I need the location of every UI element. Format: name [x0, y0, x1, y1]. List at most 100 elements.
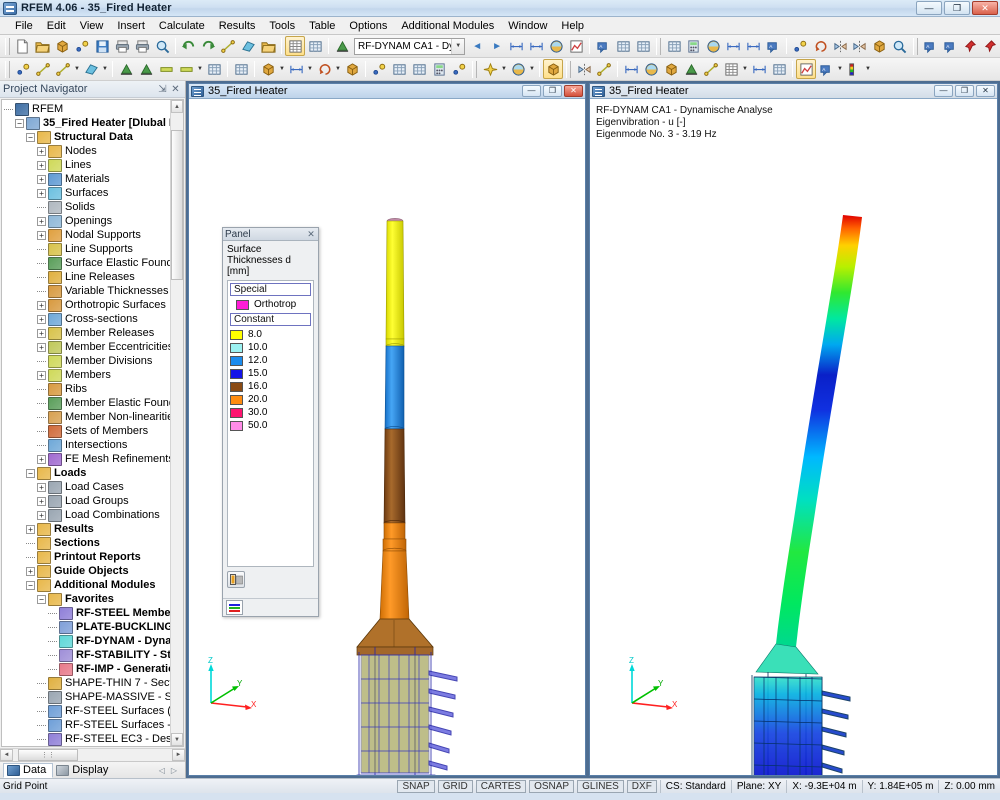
tree-item-lines[interactable]: + Lines [2, 158, 183, 172]
expand-icon[interactable]: + [37, 174, 46, 184]
menu-item-insert[interactable]: Insert [110, 18, 152, 34]
scroll-left-arrow[interactable]: ◄ [0, 749, 13, 761]
tree-item-intersections[interactable]: Intersections [2, 438, 183, 452]
chevron-down-icon[interactable]: ▼ [864, 59, 872, 79]
tab-prev-icon[interactable]: ◁ [159, 766, 165, 775]
panel-settings-button[interactable] [227, 571, 245, 588]
toolbar-button-save[interactable] [92, 36, 112, 56]
toolbar-button-surface[interactable] [239, 36, 259, 56]
tree-vertical-scrollbar[interactable]: ▲ ▼ [170, 100, 183, 746]
toolbar-button-cube[interactable] [870, 36, 890, 56]
scroll-down-arrow[interactable]: ▼ [171, 733, 183, 746]
toolbar-button-line[interactable] [33, 59, 53, 79]
tab-display[interactable]: Display [53, 763, 114, 778]
right-minimize-button[interactable]: — [934, 85, 953, 97]
toolbar-button-line[interactable] [594, 59, 614, 79]
tree-item-rf-steel-surfaces-2003[interactable]: RF-STEEL Surfaces (2003) [2, 704, 183, 718]
tab-next-icon[interactable]: ▷ [171, 766, 177, 775]
toolbar-button-line[interactable] [53, 59, 73, 79]
expand-icon[interactable]: + [37, 188, 46, 198]
expand-icon[interactable]: + [37, 216, 46, 226]
left-minimize-button[interactable]: — [522, 85, 541, 97]
navigator-tree[interactable]: RFEM −35_Fired Heater [Dlubal Files] − Stru… [1, 99, 184, 747]
toolbar-grip[interactable] [656, 37, 662, 55]
tree-item-surfaces[interactable]: + Surfaces [2, 186, 183, 200]
toolbar-button-mesh[interactable] [409, 59, 429, 79]
tree-item-rf-imp-generation[interactable]: RF-IMP - Generation [2, 662, 183, 676]
toolbar-button-label[interactable]: A [763, 36, 783, 56]
toolbar-grip[interactable] [566, 60, 571, 78]
tree-item-member-non-linearities[interactable]: Member Non-linearities [2, 410, 183, 424]
toolbar-button-dim[interactable] [527, 36, 547, 56]
toolbar-button-light[interactable] [480, 59, 500, 79]
toolbar-button-cube[interactable] [543, 59, 563, 79]
toolbar-button-mesh[interactable] [769, 59, 789, 79]
mdi-window-model[interactable]: 35_Fired Heater — ❐ ✕ Panel ✕ Surface Th… [188, 83, 586, 776]
toolbar-button-cube[interactable] [661, 59, 681, 79]
toolbar-button-cube[interactable] [342, 59, 362, 79]
toolbar-button-support[interactable] [332, 36, 352, 56]
expand-icon[interactable]: + [37, 300, 46, 310]
toolbar-button-result-plot[interactable] [796, 59, 816, 79]
toolbar-button-redo[interactable] [199, 36, 219, 56]
chevron-down-icon[interactable]: ▼ [500, 59, 508, 79]
tree-item-solids[interactable]: Solids [2, 200, 183, 214]
tree-item-guide-objects[interactable]: + Guide Objects [2, 564, 183, 578]
tree-item-load-groups[interactable]: + Load Groups [2, 494, 183, 508]
toolbar-button-calc[interactable] [429, 59, 449, 79]
toolbar-button-cube[interactable] [258, 59, 278, 79]
tree-item-shape-massive-sectic[interactable]: SHAPE-MASSIVE - Sectic [2, 690, 183, 704]
expand-icon[interactable]: + [37, 314, 46, 324]
status-toggle-osnap[interactable]: OSNAP [529, 779, 575, 793]
toolbar-button-mirror[interactable] [830, 36, 850, 56]
toolbar-button-mesh[interactable] [633, 36, 653, 56]
chevron-down-icon[interactable]: ▼ [334, 59, 342, 79]
legend-row[interactable]: 50.0 [230, 419, 311, 432]
legend-row[interactable]: 8.0 [230, 328, 311, 341]
toolbar-button-render[interactable] [641, 59, 661, 79]
toolbar-button-new-file[interactable] [13, 36, 33, 56]
tree-item-favorites[interactable]: − Favorites [2, 592, 183, 606]
toolbar-button-dim[interactable] [744, 36, 764, 56]
toolbar-button-color-scale[interactable] [844, 59, 864, 79]
hscroll-thumb[interactable]: ⋮⋮ [18, 749, 78, 761]
toolbar-button-print[interactable] [112, 36, 132, 56]
tree-horizontal-scrollbar[interactable]: ◄ ⋮⋮ ► [0, 748, 185, 761]
menu-item-edit[interactable]: Edit [40, 18, 73, 34]
tree-item-structural-data[interactable]: − Structural Data [2, 130, 183, 144]
tree-item-35-fired-heater-dlubal-files[interactable]: − 35_Fired Heater [Dlubal Files] [2, 116, 183, 130]
toolbar-button-render[interactable] [704, 36, 724, 56]
expand-icon[interactable]: + [37, 342, 46, 352]
status-toggle-dxf[interactable]: DXF [626, 779, 657, 793]
toolbar-button-render[interactable] [547, 36, 567, 56]
toolbar-grip[interactable] [5, 37, 10, 55]
toolbar-button-dim[interactable] [724, 36, 744, 56]
load-case-combobox[interactable]: RF-DYNAM CA1 - Dynami▼ [353, 37, 466, 55]
toolbar-button-dim[interactable] [507, 36, 527, 56]
toolbar-button-open-folder[interactable] [33, 36, 53, 56]
toolbar-button-print[interactable] [132, 36, 152, 56]
toolbar-button-grid-table[interactable] [721, 59, 741, 79]
tree-item-rf-steel-surfaces-stres[interactable]: RF-STEEL Surfaces - Stres [2, 718, 183, 732]
status-toggle-snap[interactable]: SNAP [397, 779, 435, 793]
tree-item-line-releases[interactable]: Line Releases [2, 270, 183, 284]
toolbar-grip[interactable] [472, 60, 477, 78]
menu-item-options[interactable]: Options [342, 18, 394, 34]
chevron-down-icon[interactable]: ▼ [451, 38, 465, 54]
tree-item-orthotropic-surfaces[interactable]: + Orthotropic Surfaces [2, 298, 183, 312]
toolbar-button-dim[interactable] [621, 59, 641, 79]
expand-icon[interactable]: + [37, 510, 46, 520]
toolbar-button-support[interactable] [116, 59, 136, 79]
toolbar-button-grid-table[interactable] [285, 36, 306, 56]
navigator-close-icon[interactable]: ✕ [169, 83, 182, 96]
menu-item-calculate[interactable]: Calculate [152, 18, 212, 34]
menu-item-table[interactable]: Table [302, 18, 342, 34]
toolbar-button-mirror[interactable] [574, 59, 594, 79]
toolbar-button-node[interactable] [13, 59, 33, 79]
legend-row[interactable]: 30.0 [230, 406, 311, 419]
tree-item-materials[interactable]: + Materials [2, 172, 183, 186]
tree-item-loads[interactable]: − Loads [2, 466, 183, 480]
toolbar-button-open-folder[interactable] [258, 36, 278, 56]
tree-item-rfem[interactable]: RFEM [2, 102, 183, 116]
legend-row[interactable]: 16.0 [230, 380, 311, 393]
